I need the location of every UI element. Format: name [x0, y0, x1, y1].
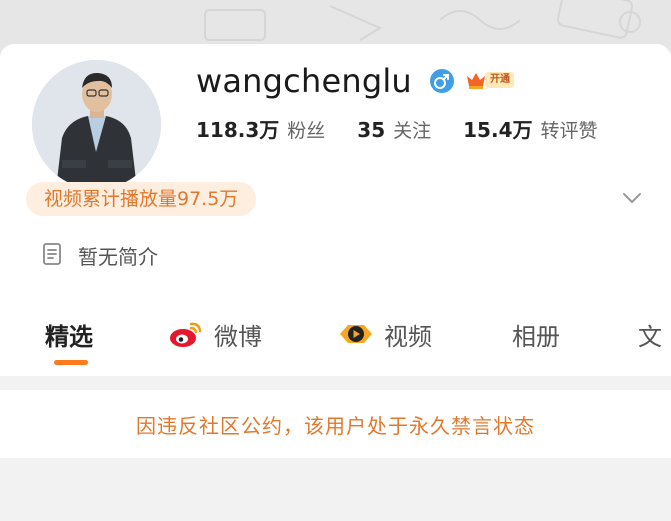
engagement-stat[interactable]: 15.4万 转评赞: [463, 114, 597, 143]
avatar[interactable]: [28, 56, 165, 193]
followers-stat[interactable]: 118.3万 粉丝: [196, 114, 325, 143]
stat-label: 转评赞: [540, 120, 598, 142]
stat-value: 15.4万: [463, 118, 533, 142]
username: wangchenglu: [196, 62, 412, 100]
tab-label: 文: [638, 322, 662, 351]
profile-tabs: 精选 微博 视频 相册 文: [0, 314, 671, 358]
tab-album[interactable]: 相册: [512, 314, 560, 354]
weibo-icon: [170, 322, 202, 347]
stat-label: 粉丝: [287, 120, 326, 142]
chevron-down-icon[interactable]: [620, 190, 644, 206]
tab-weibo[interactable]: 微博: [168, 314, 262, 354]
tab-label: 视频: [384, 322, 432, 351]
stat-value: 118.3万: [196, 118, 280, 142]
tab-label: 精选: [45, 322, 93, 351]
stat-label: 关注: [393, 120, 432, 142]
document-icon: [43, 243, 61, 265]
ban-notice: 因违反社区公约，该用户处于永久禁言状态: [0, 390, 671, 458]
active-tab-indicator: [54, 360, 88, 365]
profile-page: wangchenglu 开通 118.3万 粉丝 35 关注 15.4万 转评赞…: [0, 0, 671, 521]
tab-label: 微博: [214, 322, 262, 351]
stat-value: 35: [357, 118, 386, 142]
gender-male-icon: [430, 69, 454, 93]
tab-articles[interactable]: 文: [638, 314, 662, 354]
bio-text: 暂无简介: [78, 245, 158, 269]
tab-video[interactable]: 视频: [338, 314, 432, 354]
avatar-portrait-icon: [32, 60, 161, 189]
vip-badge[interactable]: 开通: [465, 69, 514, 91]
video-icon: [340, 325, 372, 343]
video-plays-badge[interactable]: 视频累计播放量97.5万: [26, 182, 257, 216]
following-stat[interactable]: 35 关注: [357, 116, 431, 143]
vip-badge-label: 开通: [485, 72, 514, 88]
ban-notice-text: 因违反社区公约，该用户处于永久禁言状态: [136, 413, 535, 438]
profile-stats: 118.3万 粉丝 35 关注 15.4万 转评赞: [196, 114, 630, 143]
vip-crown-icon: [467, 73, 485, 89]
tab-featured[interactable]: 精选: [45, 314, 93, 354]
tab-label: 相册: [512, 322, 560, 351]
